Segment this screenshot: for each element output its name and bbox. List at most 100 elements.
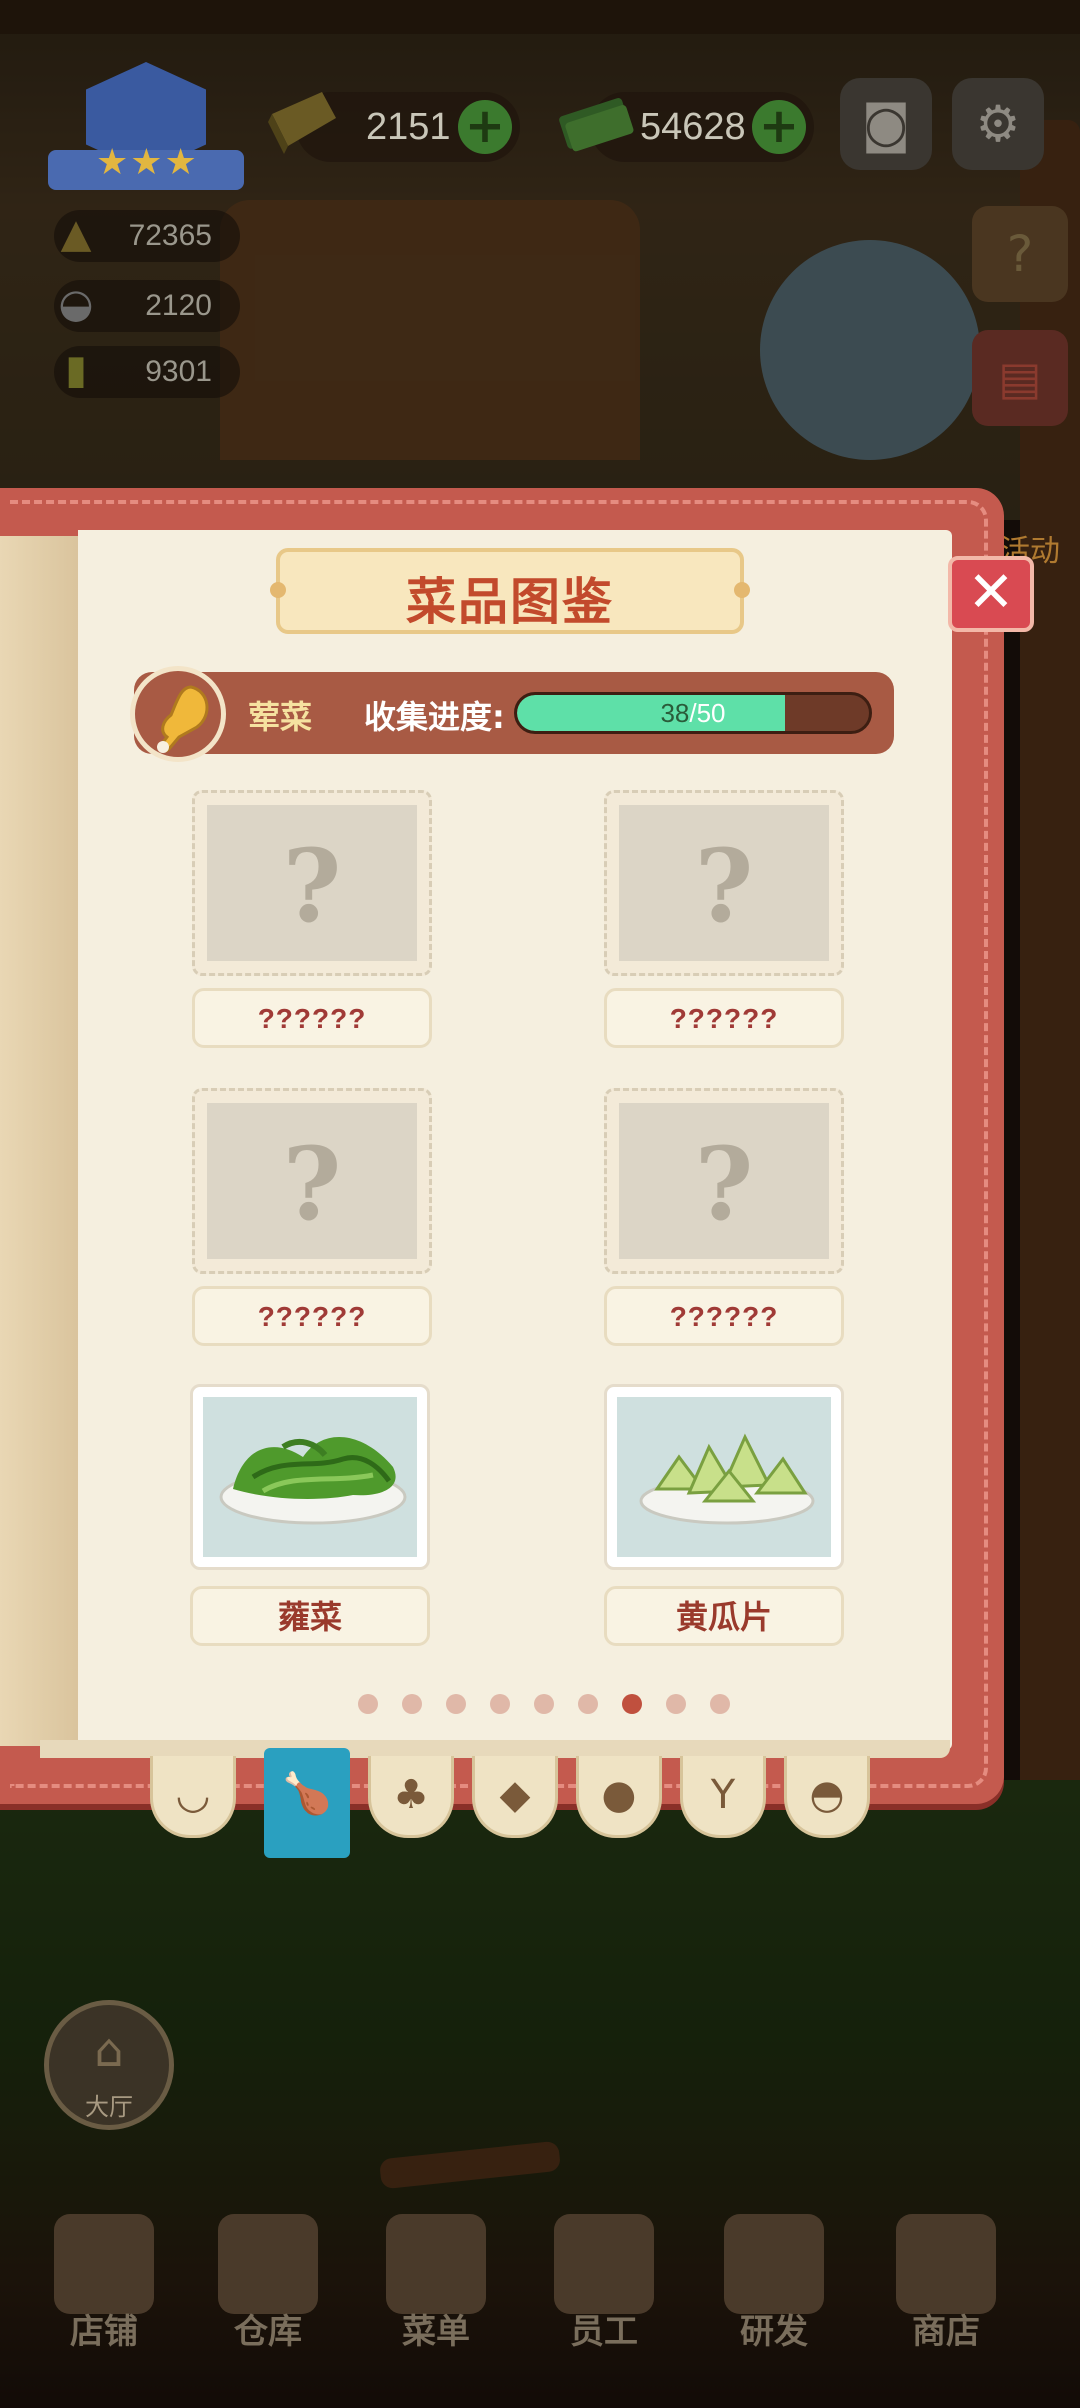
nav-label: 仓库	[234, 2312, 302, 2352]
tab-soup[interactable]: ◓	[784, 1756, 870, 1838]
storefront-icon	[54, 2214, 154, 2314]
wok-icon: ◡	[175, 1772, 211, 1818]
tab-drink[interactable]: Y	[680, 1756, 766, 1838]
dish-card-locked[interactable]: ?	[192, 1088, 432, 1274]
dish-name: 蕹菜	[190, 1586, 430, 1646]
tab-fish[interactable]: ◆	[472, 1756, 558, 1838]
broccoli-icon: ♣	[393, 1772, 429, 1818]
hall-button[interactable]: ⌂ 大厅	[44, 2000, 174, 2130]
nav-label: 员工	[570, 2312, 638, 2352]
recipe-book-button[interactable]: ▤	[972, 330, 1068, 426]
progress-label: 收集进度:	[364, 698, 505, 736]
gold-pot-icon: ▲	[60, 211, 92, 257]
category-emblem	[130, 666, 226, 762]
tab-bread[interactable]: ●	[576, 1756, 662, 1838]
restaurant-level-badge[interactable]: ★★★	[48, 58, 244, 190]
dish-name: ??????	[604, 1286, 844, 1346]
title-plaque: 菜品图鉴	[270, 548, 750, 634]
close-button[interactable]: ✕	[948, 556, 1034, 632]
add-cash-button[interactable]: +	[752, 100, 806, 154]
drumstick-icon: 🍗	[282, 1771, 332, 1817]
gold-ingot-icon	[262, 84, 342, 154]
soup-bowl-icon: ◓	[809, 1772, 845, 1818]
question-mark-icon: ?	[694, 827, 754, 945]
question-mark-icon: ?	[282, 1125, 342, 1243]
add-gold-button[interactable]: +	[458, 100, 512, 154]
shop-stall-icon	[896, 2214, 996, 2314]
page-dot[interactable]	[446, 1694, 466, 1714]
guide-book-button[interactable]: ?	[972, 206, 1068, 302]
gear-icon: ⚙	[975, 95, 1021, 153]
stat-tickets: ▮ 9301	[54, 346, 240, 398]
book-spine	[0, 536, 82, 1746]
star-rating-icon: ★★★	[96, 142, 199, 183]
dish-image-frame	[617, 1397, 831, 1557]
nav-shop-front[interactable]: 店铺	[24, 2190, 184, 2408]
cucumber-slices-dish-icon	[639, 1433, 815, 1525]
nav-label: 菜单	[402, 2312, 470, 2352]
camera-button[interactable]: ◙	[840, 78, 932, 170]
bread-icon: ●	[601, 1772, 637, 1818]
nav-label: 研发	[740, 2312, 808, 2352]
nav-menu[interactable]: 菜单	[356, 2190, 516, 2408]
water-spinach-dish-icon	[219, 1436, 407, 1525]
page-dot[interactable]	[666, 1694, 686, 1714]
settings-button[interactable]: ⚙	[952, 78, 1044, 170]
gold-value: 2151	[366, 106, 451, 148]
dish-name: ??????	[604, 988, 844, 1048]
progress-text: 38/50	[517, 698, 869, 729]
page-dot[interactable]	[578, 1694, 598, 1714]
dish-card-locked[interactable]: ?	[604, 1088, 844, 1274]
wine-glass-icon: Y	[710, 1772, 736, 1818]
dish-card-locked[interactable]: ?	[604, 790, 844, 976]
nav-warehouse[interactable]: 仓库	[188, 2190, 348, 2408]
dish-card-cucumber-slices[interactable]	[604, 1384, 844, 1570]
ticket-icon: ▮	[64, 347, 87, 393]
nav-label: 店铺	[70, 2312, 138, 2352]
dish-image-frame	[203, 1397, 417, 1557]
nav-label: 商店	[912, 2312, 980, 2352]
progress-total: /50	[689, 698, 726, 728]
chef-character-icon	[554, 2214, 654, 2314]
dish-card-locked[interactable]: ?	[192, 790, 432, 976]
camera-icon: ◙	[861, 95, 911, 153]
page-dot-active[interactable]	[622, 1694, 642, 1714]
category-name: 荤菜	[248, 698, 313, 736]
tab-vegetable[interactable]: ♣	[368, 1756, 454, 1838]
crate-icon	[218, 2214, 318, 2314]
fish-icon: ◆	[499, 1772, 531, 1818]
page-dot[interactable]	[402, 1694, 422, 1714]
stat-value: 2120	[145, 289, 212, 322]
stat-value: 9301	[145, 355, 212, 388]
page-dot[interactable]	[358, 1694, 378, 1714]
dish-card-water-spinach[interactable]	[190, 1384, 430, 1570]
progress-current: 38	[660, 698, 690, 728]
dish-cover-icon: ◒	[58, 281, 94, 327]
stat-customers: ◒ 2120	[54, 280, 240, 332]
book-title: 菜品图鉴	[406, 573, 614, 631]
house-icon: ⌂	[94, 2023, 124, 2077]
page-dot[interactable]	[534, 1694, 554, 1714]
question-mark-icon: ?	[694, 1125, 754, 1243]
status-strip	[0, 0, 1080, 34]
dish-name: 黄瓜片	[604, 1586, 844, 1646]
drumstick-icon	[157, 685, 209, 753]
recipe-book-icon: ▤	[998, 351, 1042, 405]
stat-value: 72365	[128, 219, 212, 252]
bottom-nav: 店铺 仓库 菜单 员工 研发 商店	[0, 2190, 1080, 2408]
question-mark-icon: ?	[282, 827, 342, 945]
nav-store[interactable]: 商店	[866, 2190, 1026, 2408]
guide-book-icon: ?	[1006, 225, 1034, 283]
cash-stack-icon	[556, 84, 636, 154]
page-dot[interactable]	[490, 1694, 510, 1714]
collection-progress-bar: 38/50	[514, 692, 872, 734]
stat-revenue: ▲ 72365	[54, 210, 240, 262]
page-dot[interactable]	[710, 1694, 730, 1714]
close-icon: ✕	[967, 560, 1015, 625]
tab-meat[interactable]: 🍗	[264, 1748, 350, 1858]
nav-staff[interactable]: 员工	[524, 2190, 684, 2408]
hall-label: 大厅	[85, 2093, 133, 2121]
dish-name: ??????	[192, 1286, 432, 1346]
nav-research[interactable]: 研发	[694, 2190, 854, 2408]
tab-wok[interactable]: ◡	[150, 1756, 236, 1838]
